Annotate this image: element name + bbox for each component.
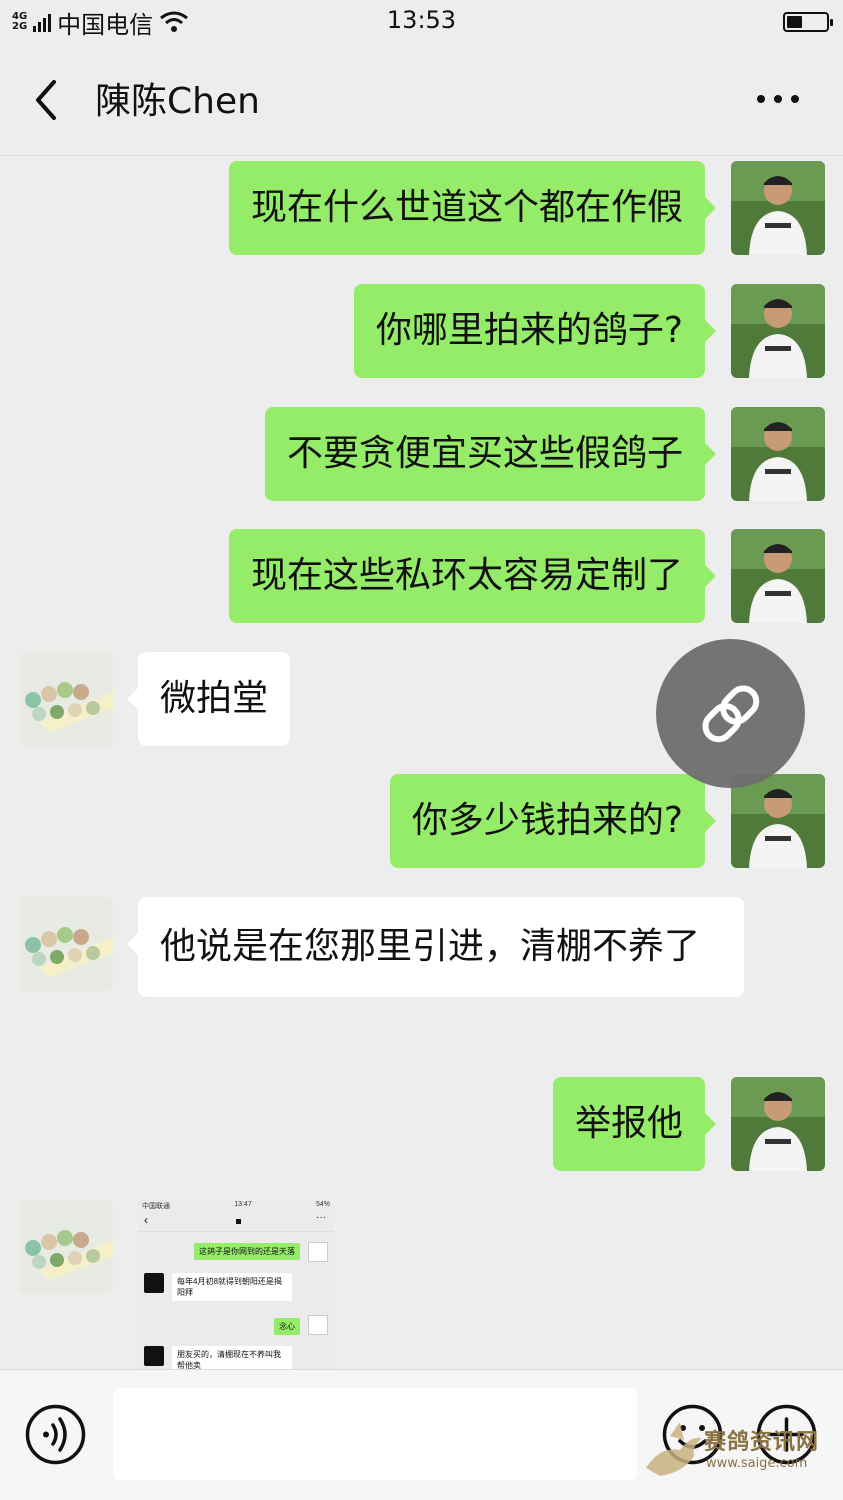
message-bubble-sent[interactable]: 你多少钱拍来的?	[389, 774, 717, 868]
thumb-avatar	[144, 1346, 164, 1366]
chat-title: 陳陈Chen	[95, 81, 260, 122]
status-bar: 4G 2G 中国电信 13:53	[0, 0, 843, 44]
thumb-carrier: 中国联通	[142, 1203, 170, 1210]
thumb-msg: 朋友买的，清棚现在不养叫我帮他卖	[172, 1346, 292, 1369]
message-bubble-sent[interactable]: 你哪里拍来的鸽子?	[353, 284, 717, 378]
thumb-title-mark	[236, 1219, 241, 1224]
thumb-nav: ‹ ···	[138, 1210, 334, 1232]
thumb-time: 13:47	[234, 1201, 252, 1208]
message-bubble-sent[interactable]: 举报他	[552, 1077, 717, 1171]
plus-icon[interactable]	[755, 1403, 818, 1466]
contact-avatar[interactable]	[19, 897, 113, 991]
floating-link-button[interactable]	[656, 639, 805, 788]
message-bubble-sent[interactable]: 现在这些私环太容易定制了	[228, 529, 717, 623]
contact-avatar[interactable]	[19, 652, 113, 746]
message-bubble-sent[interactable]: 不要贪便宜买这些假鸽子	[264, 407, 717, 501]
contact-avatar[interactable]	[19, 1200, 113, 1294]
my-avatar[interactable]	[731, 161, 825, 255]
my-avatar[interactable]	[731, 529, 825, 623]
message-bubble-sent[interactable]: 现在什么世道这个都在作假	[228, 161, 717, 255]
thumb-msg: 每年4月初8就得到朝阳还是揭阳拜	[172, 1273, 292, 1301]
chat-header: 陳陈Chen	[0, 44, 843, 156]
thumb-battery: 54%	[315, 1201, 330, 1208]
my-avatar[interactable]	[731, 407, 825, 501]
emoji-icon[interactable]	[661, 1403, 724, 1466]
my-avatar[interactable]	[731, 1077, 825, 1171]
message-bubble-received[interactable]: 微拍堂	[126, 652, 291, 746]
link-icon	[702, 685, 760, 743]
battery-icon	[783, 12, 833, 32]
thumb-back-icon: ‹	[144, 1213, 148, 1227]
thumb-more-icon: ···	[316, 1212, 326, 1223]
thumb-status-bar: 中国联通 13:47 54%	[138, 1200, 334, 1210]
chevron-left-icon[interactable]	[28, 76, 68, 124]
my-avatar[interactable]	[731, 284, 825, 378]
my-avatar[interactable]	[731, 774, 825, 868]
thumb-avatar	[308, 1242, 328, 1262]
message-input[interactable]	[113, 1388, 637, 1480]
thumb-avatar	[308, 1315, 328, 1335]
voice-icon[interactable]	[24, 1403, 87, 1466]
input-bar	[0, 1369, 843, 1500]
status-time: 13:53	[386, 6, 457, 34]
thumb-msg: 念心	[274, 1318, 300, 1335]
message-bubble-received[interactable]: 他说是在您那里引进，清棚不养了	[127, 897, 744, 997]
message-image-screenshot[interactable]: 中国联通 13:47 54% ‹ ··· 这鸽子是你网到的还是天落 每年4月初8…	[138, 1200, 334, 1369]
thumb-avatar	[144, 1273, 164, 1293]
battery-level	[787, 16, 803, 28]
thumb-msg: 这鸽子是你网到的还是天落	[194, 1243, 300, 1260]
more-dots-icon[interactable]	[753, 84, 803, 114]
